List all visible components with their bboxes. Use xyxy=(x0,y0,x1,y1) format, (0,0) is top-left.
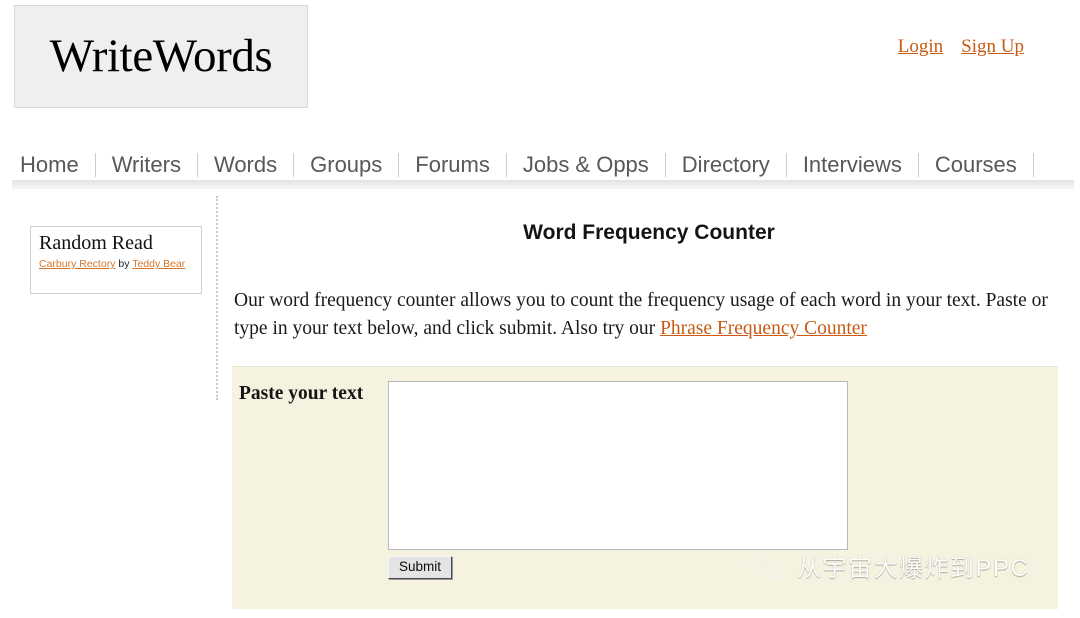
intro-paragraph: Our word frequency counter allows you to… xyxy=(234,287,1068,342)
nav-item-writers[interactable]: Writers xyxy=(96,154,197,176)
random-read-panel: Random Read Carbury Rectory by Teddy Bea… xyxy=(30,226,202,294)
site-header: WriteWords Login Sign Up xyxy=(0,0,1080,132)
random-read-title: Random Read xyxy=(39,232,153,254)
intro-text: Our word frequency counter allows you to… xyxy=(234,290,1048,339)
auth-links: Login Sign Up xyxy=(898,36,1024,58)
nav-item-forums[interactable]: Forums xyxy=(399,154,506,176)
random-read-by-word: by xyxy=(115,258,133,270)
nav-item-groups[interactable]: Groups xyxy=(294,154,398,176)
site-logo-text: WriteWords xyxy=(49,30,273,82)
nav-item-jobs-opps[interactable]: Jobs & Opps xyxy=(507,154,665,176)
paste-your-text-label: Paste your text xyxy=(239,383,364,404)
page-content: Random Read Carbury Rectory by Teddy Bea… xyxy=(0,196,1080,618)
word-frequency-form: Paste your text Submit xyxy=(232,366,1058,609)
random-read-attribution: Carbury Rectory by Teddy Bear xyxy=(39,257,193,271)
main-column: Word Frequency Counter Our word frequenc… xyxy=(218,196,1080,618)
login-link[interactable]: Login xyxy=(898,36,943,58)
main-navigation: Home Writers Words Groups Forums Jobs & … xyxy=(0,146,1080,184)
phrase-frequency-counter-link[interactable]: Phrase Frequency Counter xyxy=(660,318,867,339)
nav-separator xyxy=(1032,153,1034,177)
nav-underbar xyxy=(12,180,1074,189)
page-title: Word Frequency Counter xyxy=(523,221,775,244)
nav-item-home[interactable]: Home xyxy=(20,154,95,176)
signup-link[interactable]: Sign Up xyxy=(961,36,1024,58)
random-read-work-link[interactable]: Carbury Rectory xyxy=(39,258,115,270)
nav-item-interviews[interactable]: Interviews xyxy=(787,154,918,176)
submit-button[interactable]: Submit xyxy=(388,556,453,579)
sidebar: Random Read Carbury Rectory by Teddy Bea… xyxy=(0,196,218,400)
text-input-textarea[interactable] xyxy=(388,381,848,550)
random-read-author-link[interactable]: Teddy Bear xyxy=(132,258,185,270)
nav-item-directory[interactable]: Directory xyxy=(666,154,786,176)
nav-item-courses[interactable]: Courses xyxy=(919,154,1033,176)
nav-item-words[interactable]: Words xyxy=(198,154,293,176)
site-logo[interactable]: WriteWords xyxy=(14,5,308,108)
